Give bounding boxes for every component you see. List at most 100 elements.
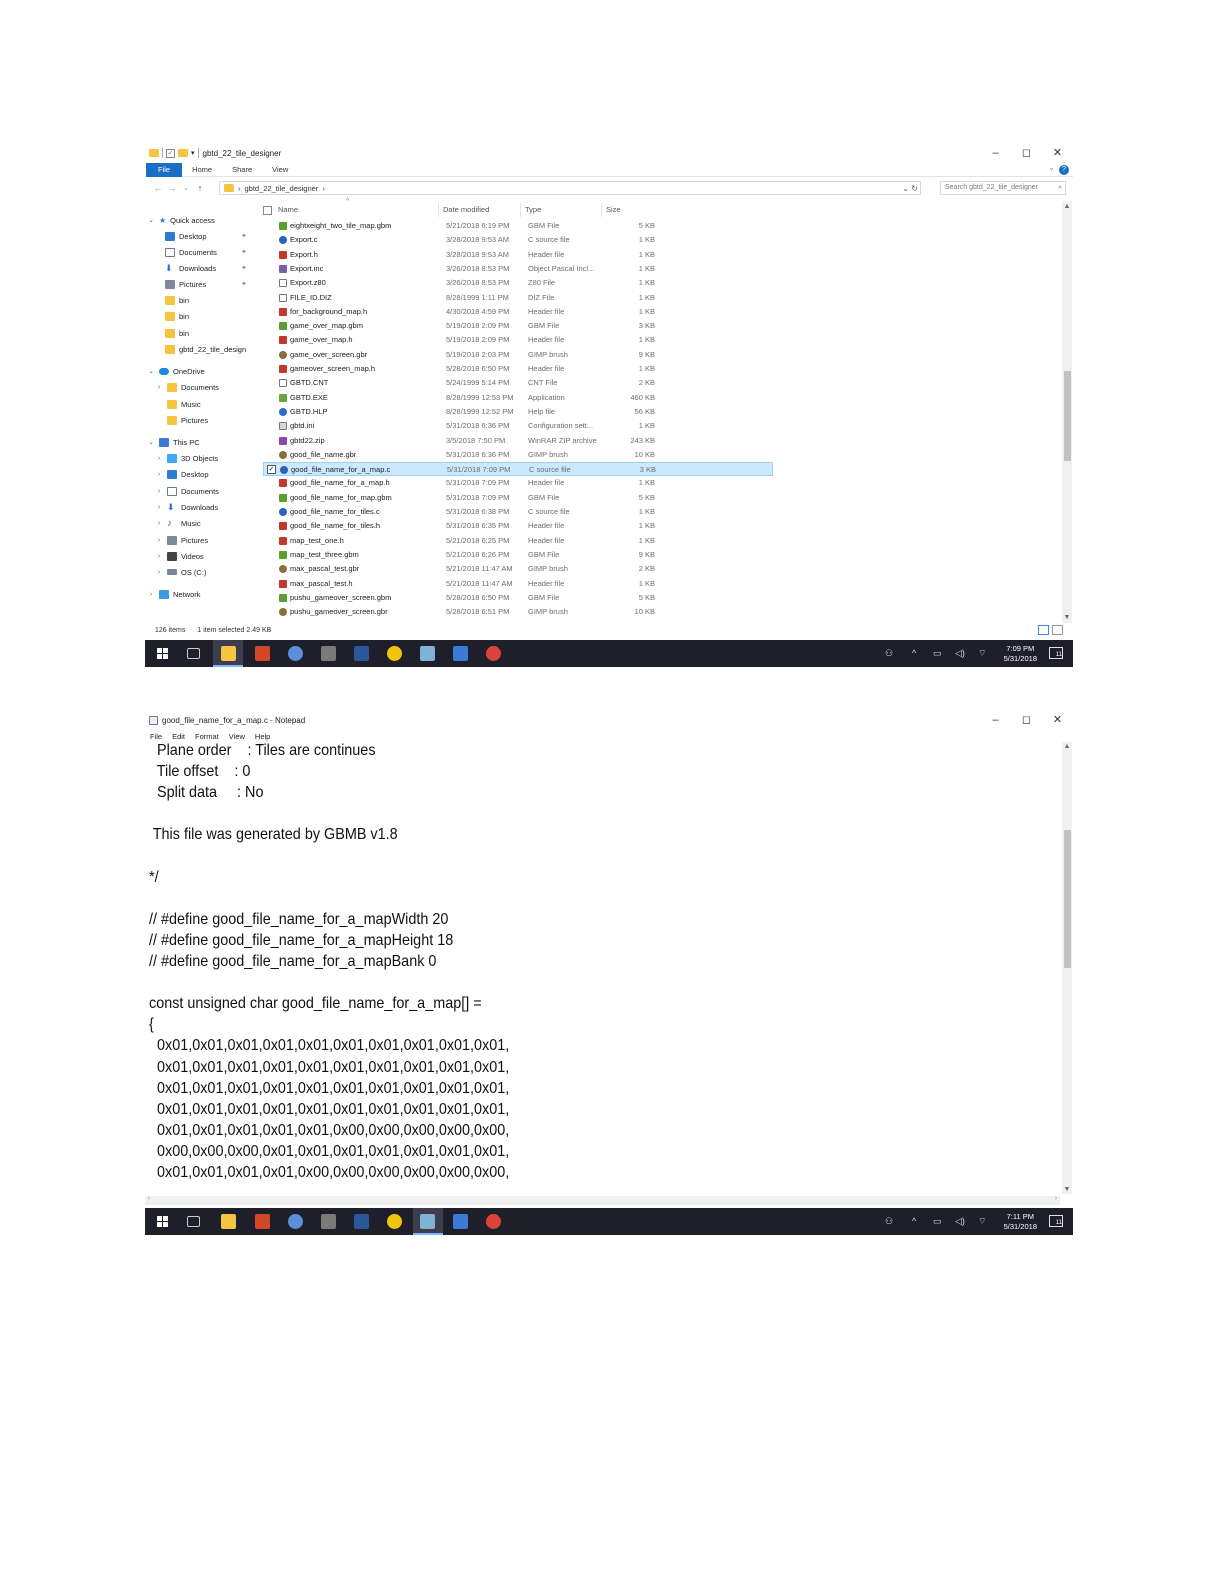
clock[interactable]: 7:09 PM 5/31/2018: [1004, 644, 1037, 664]
nav-network[interactable]: › Network: [147, 587, 201, 601]
table-row[interactable]: good_file_name_for_a_map.h 5/31/2018 7:09…: [263, 476, 773, 490]
maximize-button[interactable]: ◻: [1011, 143, 1042, 163]
table-row[interactable]: GBTD.EXE 8/28/1999 12:53 PM Application 460…: [263, 391, 773, 405]
chevron-up-icon[interactable]: ^: [912, 1216, 916, 1226]
table-row[interactable]: max_pascal_test.h 5/21/2018 11:47 AM Heade…: [263, 577, 773, 591]
nav-item-desktop[interactable]: Desktop ✦: [165, 229, 247, 243]
help-icon[interactable]: ?: [1059, 165, 1069, 175]
tab-view[interactable]: View: [262, 163, 298, 177]
table-row[interactable]: Export.inc 3/26/2018 8:53 PM Object Pascal…: [263, 262, 773, 276]
table-row[interactable]: Export.h 3/28/2018 9:53 AM Header file 1 KB: [263, 248, 773, 262]
column-header-date[interactable]: Date modified: [443, 205, 489, 217]
chevron-right-icon[interactable]: ›: [155, 488, 163, 495]
refresh-icon[interactable]: ⌄ ↻: [902, 184, 918, 193]
nav-item-pc-desktop[interactable]: › Desktop: [155, 467, 209, 481]
notification-icon[interactable]: 11: [1049, 1215, 1063, 1227]
notification-icon[interactable]: 11: [1049, 647, 1063, 659]
chevron-right-icon[interactable]: ›: [155, 569, 163, 576]
chevron-down-icon[interactable]: ⌄: [147, 438, 155, 446]
chevron-right-icon[interactable]: ›: [147, 591, 155, 598]
paint-icon[interactable]: [288, 1214, 303, 1229]
chevron-right-icon[interactable]: ›: [155, 537, 163, 544]
table-row[interactable]: good_file_name_for_tiles.c 5/31/2018 6:38…: [263, 505, 773, 519]
menu-format[interactable]: Format: [195, 732, 219, 741]
nav-item-pc-documents[interactable]: › Documents: [155, 484, 219, 498]
nav-item-gbtd-folder[interactable]: gbtd_22_tile_design: [165, 342, 246, 356]
task-view-icon[interactable]: [187, 1216, 200, 1227]
text-editor[interactable]: Plane order : Tiles are continues Tile o…: [145, 742, 1060, 1194]
chevron-right-icon[interactable]: ›: [155, 471, 163, 478]
table-row[interactable]: gameover_screen_map.h 5/28/2018 6:50 PM He…: [263, 362, 773, 376]
nav-item-documents[interactable]: Documents ✦: [165, 245, 247, 259]
wifi-icon[interactable]: ⌔: [978, 648, 986, 659]
nav-item-pc-downloads[interactable]: › ⬇ Downloads: [155, 500, 218, 514]
chrome-icon[interactable]: [486, 1214, 501, 1229]
table-row[interactable]: gbtd.ini 5/31/2018 6:36 PM Configuration s…: [263, 419, 773, 433]
word-icon[interactable]: [354, 646, 369, 661]
nav-item-bin[interactable]: bin: [165, 293, 189, 307]
wifi-icon[interactable]: ⌔: [978, 1216, 986, 1227]
large-icons-view-icon[interactable]: [1052, 625, 1063, 635]
scroll-down-icon[interactable]: ▼: [1062, 614, 1072, 621]
table-row[interactable]: good_file_name_for_map.gbm 5/31/2018 7:09…: [263, 491, 773, 505]
close-button[interactable]: ✕: [1042, 710, 1073, 730]
horizontal-scrollbar[interactable]: ‹ ›: [145, 1196, 1060, 1205]
scroll-right-icon[interactable]: ›: [1055, 1196, 1057, 1202]
scroll-down-icon[interactable]: ▼: [1062, 1186, 1072, 1193]
chevron-down-icon[interactable]: ⌄: [147, 216, 155, 224]
up-icon[interactable]: ↑: [193, 183, 207, 193]
people-icon[interactable]: ⚇: [885, 648, 893, 659]
tab-home[interactable]: Home: [182, 163, 222, 177]
nav-item-bin[interactable]: bin: [165, 309, 189, 323]
nav-this-pc[interactable]: ⌄ This PC: [147, 435, 200, 449]
battery-icon[interactable]: ▭: [933, 648, 942, 659]
chevron-right-icon[interactable]: ›: [155, 520, 163, 527]
back-icon[interactable]: ←: [151, 183, 165, 193]
file-explorer-icon[interactable]: [221, 1214, 236, 1229]
nav-item-onedrive-music[interactable]: Music: [167, 397, 201, 411]
start-button[interactable]: [157, 1216, 168, 1227]
powerpoint-icon[interactable]: [255, 1214, 270, 1229]
nav-item-bin[interactable]: bin: [165, 326, 189, 340]
chevron-down-icon[interactable]: ⌄: [147, 367, 155, 375]
chevron-up-icon[interactable]: ^: [912, 648, 916, 658]
customize-toolbar-icon[interactable]: ▾: [191, 149, 195, 157]
norton-icon[interactable]: [387, 1214, 402, 1229]
table-row[interactable]: game_over_screen.gbr 5/19/2018 2:03 PM GIM…: [263, 348, 773, 362]
nav-item-os-drive[interactable]: › OS (C:): [155, 565, 207, 579]
row-checkbox[interactable]: ✓: [267, 465, 276, 475]
table-row[interactable]: GBTD.HLP 8/28/1999 12:52 PM Help file 56 KB: [263, 405, 773, 419]
volume-icon[interactable]: ◁): [955, 1216, 965, 1227]
nav-item-3d-objects[interactable]: › 3D Objects: [155, 451, 218, 465]
nav-item-pc-pictures[interactable]: › Pictures: [155, 533, 208, 547]
table-row[interactable]: Export.z80 3/26/2018 8:53 PM Z80 File 1 KB: [263, 276, 773, 290]
nav-item-onedrive-pictures[interactable]: Pictures: [167, 413, 208, 427]
scroll-left-icon[interactable]: ‹: [148, 1196, 150, 1202]
details-view-icon[interactable]: [1038, 625, 1049, 635]
game-icon[interactable]: [321, 1214, 336, 1229]
nav-onedrive[interactable]: ⌄ OneDrive: [147, 364, 205, 378]
table-row[interactable]: game_over_map.h 5/19/2018 2:09 PM Header f…: [263, 333, 773, 347]
table-row[interactable]: FILE_ID.DIZ 8/28/1999 1:11 PM DIZ File 1 KB: [263, 291, 773, 305]
menu-view[interactable]: View: [229, 732, 245, 741]
close-button[interactable]: ✕: [1042, 143, 1073, 163]
menu-edit[interactable]: Edit: [172, 732, 185, 741]
table-row[interactable]: pushu_gameover_screen.gbr 5/28/2018 6:51 …: [263, 605, 773, 619]
tab-share[interactable]: Share: [222, 163, 262, 177]
chrome-icon[interactable]: [486, 646, 501, 661]
minimize-button[interactable]: –: [980, 143, 1011, 163]
table-row[interactable]: Export.c 3/28/2018 9:53 AM C source file 1 …: [263, 233, 773, 247]
table-row[interactable]: map_test_three.gbm 5/21/2018 6:26 PM GBM F…: [263, 548, 773, 562]
table-row[interactable]: for_background_map.h 4/30/2018 4:59 PM Hea…: [263, 305, 773, 319]
powerpoint-icon[interactable]: [255, 646, 270, 661]
table-row[interactable]: map_test_one.h 5/21/2018 6:25 PM Header fi…: [263, 534, 773, 548]
battery-icon[interactable]: ▭: [933, 1216, 942, 1227]
select-all-checkbox[interactable]: [263, 206, 272, 215]
properties-icon[interactable]: ✓: [166, 148, 175, 158]
vertical-scrollbar[interactable]: ▲ ▼: [1062, 742, 1072, 1194]
chevron-right-icon[interactable]: ›: [155, 553, 163, 560]
scrollbar-thumb[interactable]: [1064, 371, 1071, 461]
column-header-type[interactable]: Type: [525, 205, 541, 217]
chevron-right-icon[interactable]: ›: [155, 384, 163, 391]
norton-icon[interactable]: [387, 646, 402, 661]
